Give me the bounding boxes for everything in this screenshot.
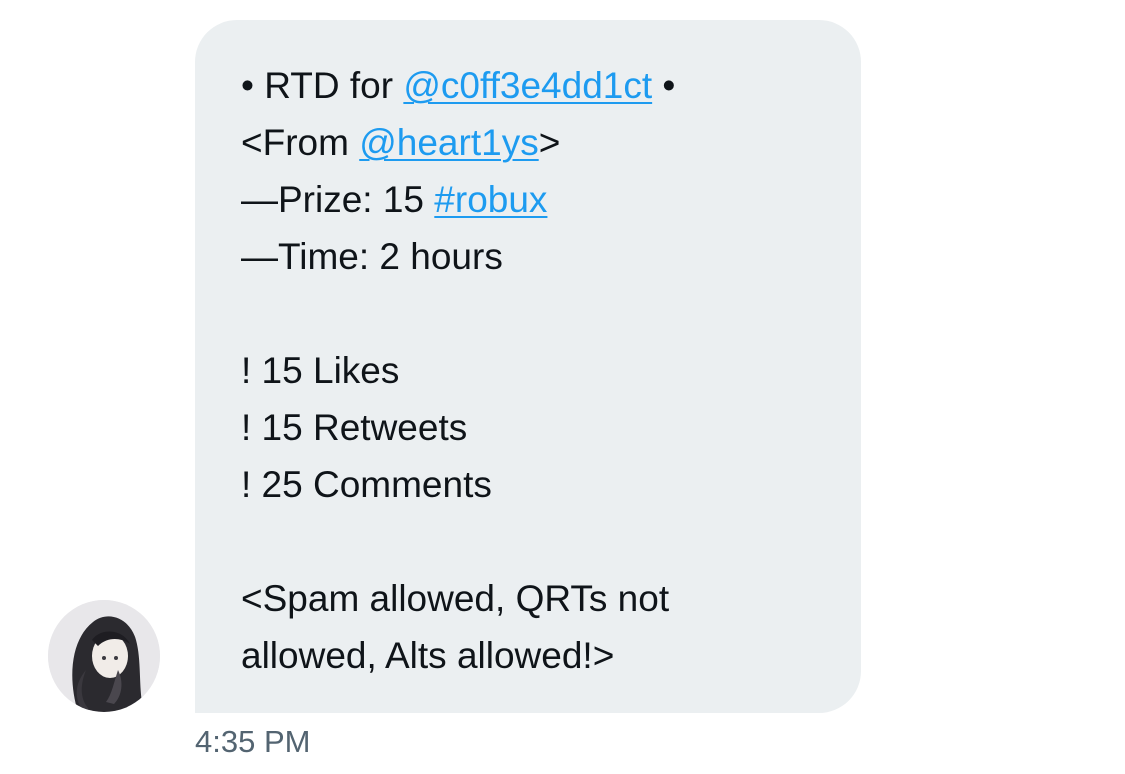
message-bubble: • RTD for @c0ff3e4dd1ct • <From @heart1y… bbox=[195, 20, 861, 713]
message-timestamp: 4:35 PM bbox=[195, 724, 311, 759]
requirement-retweets: ! 15 Retweets bbox=[241, 407, 468, 448]
message-line-3: —Prize: 15 #robux bbox=[241, 171, 821, 228]
avatar-image bbox=[48, 600, 160, 712]
requirement-comments: ! 25 Comments bbox=[241, 464, 492, 505]
mention-link[interactable]: @heart1ys bbox=[359, 122, 538, 163]
message-line-4: —Time: 2 hours bbox=[241, 236, 503, 277]
message-text: > bbox=[538, 122, 561, 163]
message-text: • bbox=[652, 65, 676, 106]
requirement-likes: ! 15 Likes bbox=[241, 350, 400, 391]
message-text: • RTD for bbox=[241, 65, 404, 106]
hashtag-link[interactable]: #robux bbox=[434, 179, 547, 220]
rules-line-2: allowed, Alts allowed!> bbox=[241, 635, 615, 676]
mention-link[interactable]: @c0ff3e4dd1ct bbox=[403, 65, 652, 106]
sender-avatar[interactable] bbox=[48, 600, 160, 712]
message-line-1: • RTD for @c0ff3e4dd1ct • bbox=[241, 57, 821, 114]
message-text: —Prize: 15 bbox=[241, 179, 435, 220]
message-text: <From bbox=[241, 122, 360, 163]
message-line-2: <From @heart1ys> bbox=[241, 114, 821, 171]
rules-line-1: <Spam allowed, QRTs not bbox=[241, 578, 670, 619]
